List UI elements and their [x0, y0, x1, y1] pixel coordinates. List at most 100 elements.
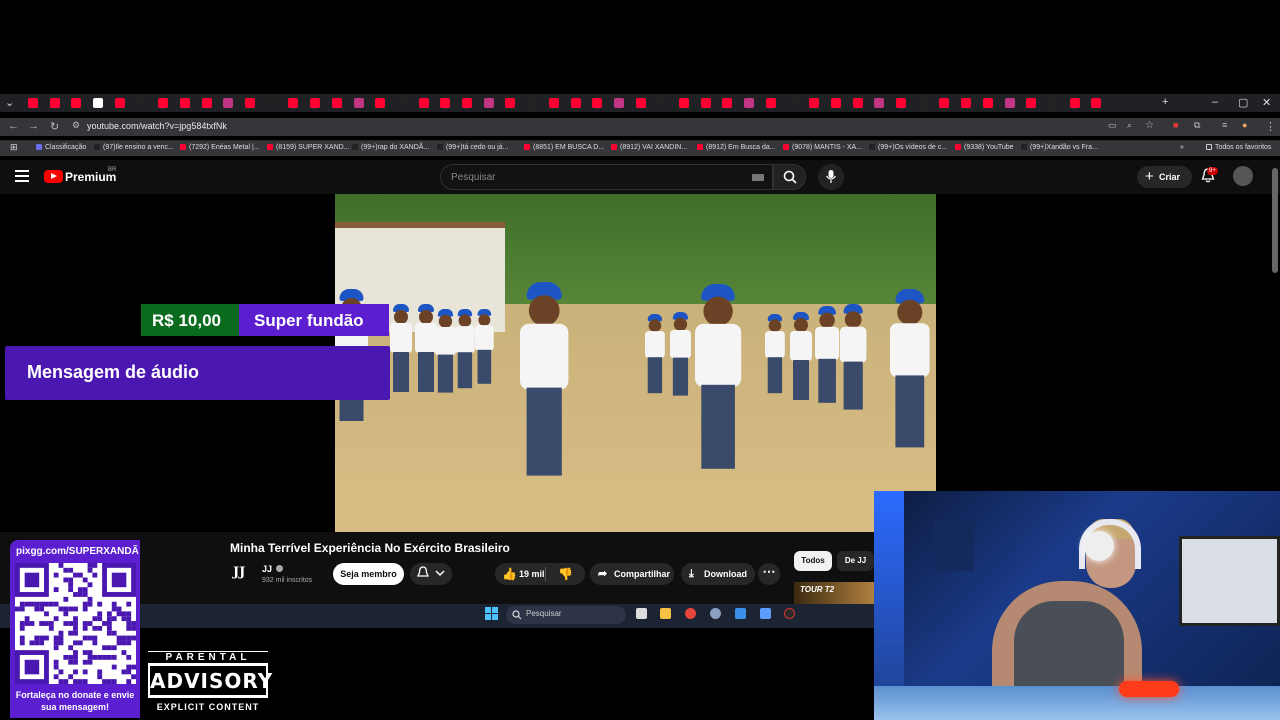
browser-tab-favicon[interactable]: [679, 98, 689, 108]
zoom-icon[interactable]: ⌕: [1127, 120, 1132, 131]
browser-tab-favicon[interactable]: [961, 98, 972, 108]
browser-tab-favicon[interactable]: [896, 98, 906, 108]
filter-chip-channel[interactable]: De JJ: [837, 551, 874, 571]
account-avatar[interactable]: [1233, 166, 1253, 186]
browser-tab-favicon[interactable]: [93, 98, 104, 108]
browser-tab-favicon[interactable]: [440, 98, 451, 108]
browser-tab-favicon[interactable]: [874, 98, 885, 108]
browser-tab-favicon[interactable]: [1026, 98, 1037, 108]
browser-tab-favicon[interactable]: [917, 98, 928, 108]
bookmark-item[interactable]: (7292) Enéas Metal |...: [180, 144, 260, 151]
bookmark-item[interactable]: (97)Ile ensino a venc...: [94, 144, 174, 151]
bookmark-item[interactable]: (8912) VAI XANDIN...: [611, 144, 687, 151]
browser-tab-favicon[interactable]: [1004, 98, 1015, 108]
create-button[interactable]: + Criar: [1137, 166, 1192, 188]
browser-tab-favicon[interactable]: [353, 98, 364, 108]
all-bookmarks-folder[interactable]: Todos os favoritos: [1206, 144, 1271, 151]
app-icon-2[interactable]: [760, 608, 771, 619]
windows-start-icon[interactable]: [485, 607, 498, 620]
download-button[interactable]: ⤓ Download: [681, 563, 755, 585]
more-actions-button[interactable]: ⋯: [758, 563, 780, 585]
browser-tab-favicon[interactable]: [49, 98, 60, 108]
forward-icon[interactable]: →: [28, 120, 39, 132]
bookmark-item[interactable]: Classificação: [36, 144, 86, 151]
more-bookmarks-icon[interactable]: »: [1180, 144, 1184, 151]
close-window-icon[interactable]: ✕: [1262, 96, 1271, 109]
bookmark-star-icon[interactable]: ☆: [1145, 120, 1154, 131]
dislike-icon[interactable]: 👎: [558, 563, 573, 585]
browser-menu-icon[interactable]: ⋮: [1265, 120, 1276, 133]
bookmark-item[interactable]: (9078) MANTIS - XA...: [783, 144, 862, 151]
browser-tab-favicon[interactable]: [809, 98, 820, 108]
browser-tab-favicon[interactable]: [310, 98, 321, 108]
browser-tab-favicon[interactable]: [830, 98, 841, 108]
browser-tab-favicon[interactable]: [462, 98, 472, 108]
browser-tab-favicon[interactable]: [765, 98, 776, 108]
bookmark-item[interactable]: (8851) EM BUSCA D...: [524, 144, 604, 151]
search-button[interactable]: [773, 164, 806, 190]
browser-tab-favicon[interactable]: [331, 98, 342, 108]
extension-icon[interactable]: ■: [1173, 120, 1178, 130]
bookmark-item[interactable]: (99+)Os vídeos de c...: [869, 144, 947, 151]
browser-tab-favicon[interactable]: [613, 98, 624, 108]
browser-tab-favicon[interactable]: [787, 98, 798, 108]
browser-tab-favicon[interactable]: [28, 98, 38, 108]
browser-tab-favicon[interactable]: [114, 98, 125, 108]
reload-icon[interactable]: ↻: [50, 120, 59, 133]
browser-tab-favicon[interactable]: [1069, 98, 1080, 108]
bookmark-item[interactable]: (99+)rap do XANDÃ...: [352, 144, 429, 151]
browser-tab-favicon[interactable]: [722, 98, 733, 108]
browser-tab-favicon[interactable]: [592, 98, 603, 108]
browser-tab-favicon[interactable]: [136, 98, 147, 108]
voice-search-button[interactable]: [818, 164, 844, 190]
browser-tab-favicon[interactable]: [700, 98, 711, 108]
minimize-icon[interactable]: –: [1212, 96, 1218, 108]
settings-icon[interactable]: [710, 608, 721, 619]
browser-tab-favicon[interactable]: [288, 98, 299, 108]
bookmark-item[interactable]: (8159) SUPER XAND...: [267, 144, 350, 151]
browser-tab-favicon[interactable]: [505, 98, 516, 108]
browser-tab-favicon[interactable]: [245, 98, 255, 108]
taskbar-search[interactable]: [506, 606, 626, 624]
app-icon[interactable]: [735, 608, 746, 619]
keyboard-icon[interactable]: [752, 174, 764, 181]
browser-tab-favicon[interactable]: [375, 98, 386, 108]
bookmark-item[interactable]: (99+)Xandão vs Fra...: [1021, 144, 1098, 151]
browser-tab-favicon[interactable]: [982, 98, 993, 108]
browser-tab-favicon[interactable]: [527, 98, 538, 108]
browser-tab-favicon[interactable]: [223, 98, 234, 108]
browser-tab-favicon[interactable]: [483, 98, 494, 108]
maximize-icon[interactable]: ▢: [1238, 96, 1248, 109]
tab-list-icon[interactable]: ⌄: [5, 96, 14, 109]
browser-tab-favicon[interactable]: [71, 98, 82, 108]
new-tab-icon[interactable]: +: [1162, 96, 1168, 108]
notification-toggle-button[interactable]: [410, 563, 452, 585]
app-icon-3[interactable]: [784, 608, 795, 619]
bookmark-item[interactable]: (8912) Em Busca da...: [697, 144, 776, 151]
browser-tab-favicon[interactable]: [179, 98, 190, 108]
extensions-puzzle-icon[interactable]: ⧉: [1194, 120, 1200, 131]
browser-tab-favicon[interactable]: [657, 98, 668, 108]
search-input[interactable]: Pesquisar: [440, 164, 773, 190]
browser-tab-favicon[interactable]: [852, 98, 863, 108]
browser-tab-favicon[interactable]: [1047, 98, 1058, 108]
url-field[interactable]: youtube.com/watch?v=jpg584txfNk: [87, 121, 227, 131]
browser-tab-favicon[interactable]: [939, 98, 950, 108]
cast-icon[interactable]: ▭: [1108, 120, 1117, 131]
back-icon[interactable]: ←: [8, 120, 19, 132]
browser-tab-favicon[interactable]: [1091, 98, 1102, 108]
browser-tab-favicon[interactable]: [396, 98, 407, 108]
browser-tab-favicon[interactable]: [201, 98, 212, 108]
bookmark-item[interactable]: (99+)tá cedo ou já...: [437, 144, 508, 151]
page-scrollbar[interactable]: [1272, 168, 1278, 273]
tab-search-icon[interactable]: ≡: [1222, 120, 1227, 130]
browser-tab-favicon[interactable]: [418, 98, 429, 108]
profile-icon[interactable]: ●: [1242, 120, 1247, 130]
like-icon[interactable]: 👍: [502, 563, 517, 585]
video-player[interactable]: [335, 194, 936, 532]
browser-tab-favicon[interactable]: [158, 98, 169, 108]
browser-tab-favicon[interactable]: [570, 98, 581, 108]
channel-name[interactable]: JJ: [262, 564, 272, 574]
file-explorer-icon[interactable]: [660, 608, 671, 619]
join-button[interactable]: Seja membro: [333, 563, 404, 585]
